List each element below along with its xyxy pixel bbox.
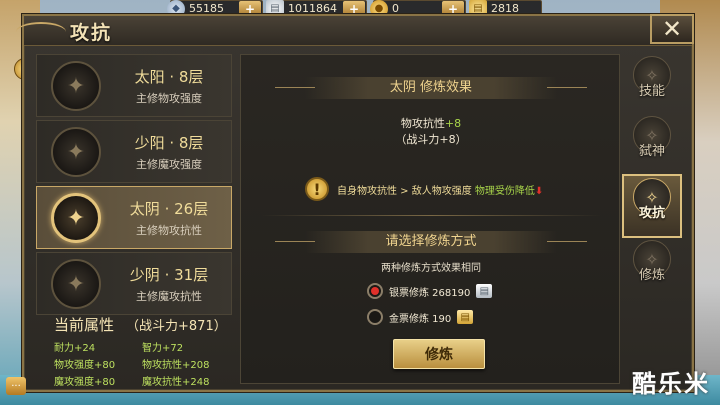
tab-label: 攻抗: [638, 206, 665, 221]
effect-power: （战斗力+8）: [395, 133, 467, 146]
attributes-power: （战斗力+871）: [126, 319, 227, 334]
radio-silver[interactable]: [367, 283, 383, 299]
cultivation-list: ✦ 太阳 · 8层 主修物攻强度 ✦ 少阳 · 8层 主修魔攻强度 ✦ 太阴 ·…: [36, 54, 232, 318]
arrow-down-icon: ⬇: [534, 185, 544, 197]
divider: [261, 215, 601, 216]
warning-text: 自身物攻抗性 > 敌人物攻强度 物理受伤降低⬇: [337, 182, 543, 197]
exclamation-icon[interactable]: !: [305, 177, 329, 201]
tab-attack-resist[interactable]: ✧ 攻抗: [622, 174, 682, 238]
radio-gold[interactable]: [367, 309, 383, 325]
item-desc: 主修物攻强度: [136, 92, 202, 105]
train-button[interactable]: 修炼: [393, 339, 485, 369]
attributes-grid: 耐力+24 智力+72 物攻强度+80 物攻抗性+208 魔攻强度+80 魔攻抗…: [54, 339, 254, 388]
item-name: 少阴 · 31层: [129, 266, 209, 284]
emblem-icon: ✦: [51, 259, 101, 309]
item-name: 太阴 · 26层: [129, 200, 209, 218]
gold-note-icon: ▤: [457, 310, 474, 324]
close-button[interactable]: ✕: [650, 14, 694, 44]
item-name: 少阳 · 8层: [134, 134, 204, 152]
effect-panel: 太阴 修炼效果 物攻抗性+8 （战斗力+8） ! 自身物攻抗性 > 敌人物攻强度…: [240, 54, 620, 384]
option-gold[interactable]: 金票修炼 190 ▤: [367, 309, 474, 325]
option-gold-label: 金票修炼 190: [389, 313, 452, 325]
side-tabs: ✧ 技能 ✧ 弑神 ✧ 攻抗 ✧ 修炼: [622, 54, 682, 298]
attribute-magic-resist: 魔攻抗性+248: [142, 377, 210, 388]
list-item-shaoyin[interactable]: ✦ 少阴 · 31层 主修魔攻抗性: [36, 252, 232, 315]
emblem-icon: ✦: [51, 193, 101, 243]
emblem-icon: ✦: [51, 61, 101, 111]
attribute-magic-attack: 魔攻强度+80: [54, 377, 116, 388]
tab-skills[interactable]: ✧ 技能: [624, 54, 680, 114]
window-title: 攻抗: [70, 22, 113, 44]
list-item-taiyin[interactable]: ✦ 太阴 · 26层 主修物攻抗性: [36, 186, 232, 249]
method-subtitle: 两种修炼方式效果相同: [381, 263, 481, 274]
attribute-stamina: 耐力+24: [54, 343, 96, 354]
option-silver[interactable]: 银票修炼 268190 ▤: [367, 283, 493, 299]
emblem-icon: ✦: [51, 127, 101, 177]
attribute-phys-attack: 物攻强度+80: [54, 360, 116, 371]
attributes-header: 当前属性 （战斗力+871）: [54, 314, 254, 335]
attributes-title: 当前属性: [54, 316, 115, 334]
tab-godslayer[interactable]: ✧ 弑神: [624, 114, 680, 174]
effect-stat: 物攻抗性+8: [241, 115, 621, 131]
effect-header: 太阴 修炼效果: [275, 77, 587, 99]
tab-cultivation[interactable]: ✧ 修炼: [624, 238, 680, 298]
option-silver-label: 银票修炼 268190: [389, 287, 471, 299]
silver-note-icon: ▤: [476, 284, 493, 298]
title-ornament: [16, 22, 66, 42]
attribute-phys-resist: 物攻抗性+208: [142, 360, 210, 371]
tab-label: 弑神: [638, 144, 665, 159]
effect-stat-value: +8: [444, 117, 462, 130]
list-item-taiyang[interactable]: ✦ 太阳 · 8层 主修物攻强度: [36, 54, 232, 117]
warning-effect: 物理受伤降低: [474, 185, 535, 197]
item-desc: 主修魔攻强度: [136, 158, 202, 171]
main-window: 攻抗 ✕ ✦ 太阳 · 8层 主修物攻强度 ✦ 少阳 · 8层 主修魔攻强度 ✦…: [16, 14, 694, 392]
item-name: 太阳 · 8层: [134, 68, 204, 86]
item-desc: 主修魔攻抗性: [136, 290, 202, 303]
tab-label: 技能: [638, 84, 665, 99]
warning-condition: 自身物攻抗性 > 敌人物攻强度: [337, 185, 475, 197]
chat-icon[interactable]: ···: [6, 377, 26, 395]
watermark: 酷乐米: [632, 370, 710, 398]
list-item-shaoyang[interactable]: ✦ 少阳 · 8层 主修魔攻强度: [36, 120, 232, 183]
title-bar: 攻抗: [16, 16, 692, 46]
tab-label: 修炼: [638, 268, 665, 283]
method-header: 请选择修炼方式: [275, 231, 587, 253]
attribute-intellect: 智力+72: [142, 343, 184, 354]
effect-stat-label: 物攻抗性: [400, 117, 445, 130]
item-desc: 主修物攻抗性: [136, 224, 202, 237]
current-attributes: 当前属性 （战斗力+871） 耐力+24 智力+72 物攻强度+80 物攻抗性+…: [54, 314, 254, 388]
effect-warning: ! 自身物攻抗性 > 敌人物攻强度 物理受伤降低⬇: [305, 177, 543, 201]
